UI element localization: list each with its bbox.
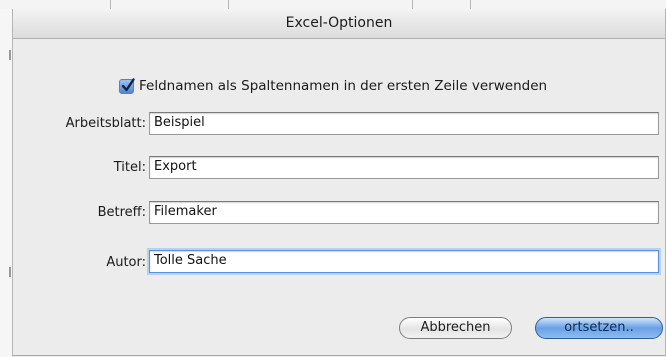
author-field[interactable]: Tolle Sache — [149, 250, 659, 273]
column-divider — [228, 0, 229, 9]
excel-options-dialog: Excel-Optionen Feldnamen als Spaltenname… — [12, 9, 666, 356]
column-divider — [110, 0, 111, 9]
dialog-title-bar: Excel-Optionen — [13, 9, 665, 39]
parent-window-edge — [0, 9, 12, 357]
field-names-checkbox-label[interactable]: Feldnamen als Spaltennamen in der ersten… — [139, 78, 547, 94]
subject-field[interactable]: Filemaker — [149, 201, 659, 224]
cancel-button[interactable]: Abbrechen — [399, 317, 512, 339]
edge-mark — [9, 267, 11, 277]
field-names-option[interactable]: Feldnamen als Spaltennamen in der ersten… — [119, 76, 547, 96]
field-names-checkbox[interactable] — [119, 77, 135, 94]
dialog-title: Excel-Optionen — [285, 15, 393, 31]
continue-button[interactable]: ortsetzen.. — [535, 317, 663, 339]
subject-label: Betreff: — [97, 205, 146, 220]
checkmark-icon — [121, 77, 135, 91]
edge-mark — [9, 50, 11, 60]
column-divider — [470, 0, 471, 9]
worksheet-field[interactable]: Beispiel — [149, 112, 659, 135]
window-background: Excel-Optionen Feldnamen als Spaltenname… — [0, 0, 666, 357]
worksheet-label: Arbeitsblatt: — [65, 116, 146, 131]
author-label: Autor: — [106, 255, 146, 270]
title-field[interactable]: Export — [149, 156, 659, 179]
title-label: Titel: — [113, 160, 146, 175]
column-divider — [412, 0, 413, 9]
